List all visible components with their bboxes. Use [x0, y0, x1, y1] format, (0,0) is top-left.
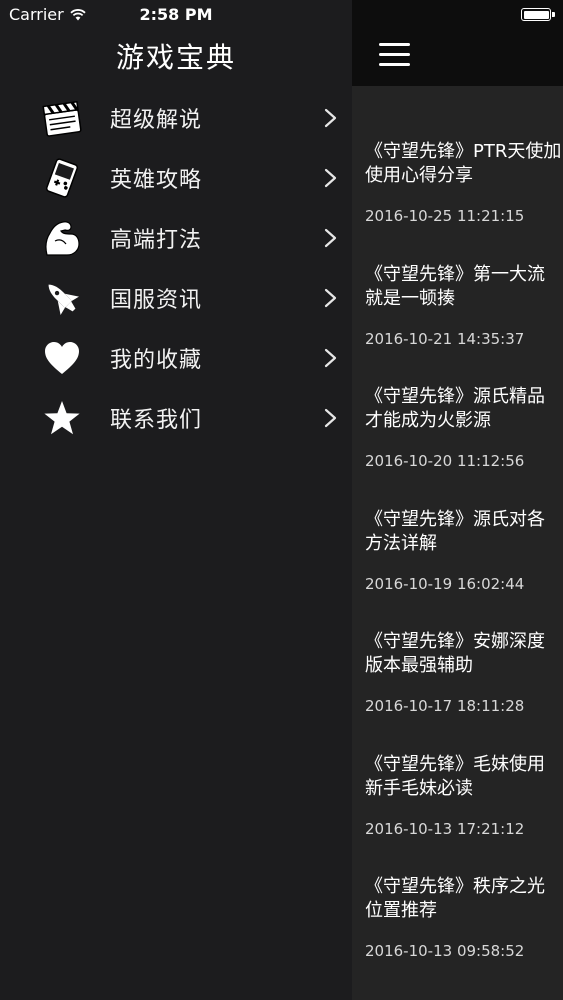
chevron-right-icon: [324, 228, 337, 248]
article-title: 《守望先锋》安娜深度 版本最强辅助: [365, 631, 545, 676]
article-item[interactable]: 《守望先锋》源氏对各 方法详解 2016-10-19 16:02:44: [365, 508, 563, 631]
chevron-right-icon: [324, 288, 337, 308]
menu-item-advanced-play[interactable]: 高端打法: [0, 208, 352, 268]
menu-item-hero-guides[interactable]: 英雄攻略: [0, 148, 352, 208]
article-item[interactable]: 《守望先锋》PTR天使加 使用心得分享 2016-10-25 11:21:15: [365, 140, 563, 263]
menu-item-contact-us[interactable]: 联系我们: [0, 388, 352, 448]
menu-item-label: 我的收藏: [110, 348, 203, 373]
menu-item-label: 英雄攻略: [110, 168, 203, 193]
article-date: 2016-10-25 11:21:15: [365, 207, 525, 225]
drawer-title: 游戏宝典: [115, 41, 236, 74]
article-title: 《守望先锋》源氏对各 方法详解: [365, 508, 545, 554]
article-title: 《守望先锋》毛妹使用 新手毛妹必读: [365, 753, 545, 799]
article-date: 2016-10-17 18:11:28: [365, 697, 525, 715]
navigation-drawer: 游戏宝典 超级解说 英雄攻略 高端打法 国服资讯 我的收藏 联系我们: [0, 0, 352, 1000]
article-title: 《守望先锋》PTR天使加 使用心得分享: [365, 141, 562, 186]
menu-item-label: 国服资讯: [110, 288, 203, 313]
chevron-right-icon: [324, 408, 337, 428]
menu-item-label: 联系我们: [110, 408, 203, 433]
main-content-panel: 《守望先锋》PTR天使加 使用心得分享 2016-10-25 11:21:15 …: [352, 0, 563, 1000]
chevron-right-icon: [324, 168, 337, 188]
article-date: 2016-10-21 14:35:37: [365, 329, 525, 348]
article-date: 2016-10-20 11:12:56: [365, 452, 525, 470]
article-title: 《守望先锋》第一大流 就是一顿揍: [365, 263, 545, 309]
space-shuttle-icon: [40, 276, 84, 320]
article-date: 2016-10-19 16:02:44: [365, 574, 525, 593]
status-bar: Carrier 2:58 PM: [0, 0, 563, 30]
star-icon: [40, 396, 84, 440]
article-title: 《守望先锋》源氏精品 才能成为火影源: [365, 386, 545, 431]
clapperboard-icon: [40, 96, 84, 140]
article-item[interactable]: 《守望先锋》毛妹使用 新手毛妹必读 2016-10-13 17:21:12: [365, 753, 563, 876]
drawer-menu: 超级解说 英雄攻略 高端打法 国服资讯 我的收藏 联系我们: [0, 88, 352, 448]
status-time: 2:58 PM: [139, 5, 213, 24]
menu-item-server-news[interactable]: 国服资讯: [0, 268, 352, 328]
article-title: 《守望先锋》秩序之光 位置推荐: [365, 876, 545, 921]
heart-icon: [40, 336, 84, 380]
menu-item-my-favorites[interactable]: 我的收藏: [0, 328, 352, 388]
chevron-right-icon: [324, 348, 337, 368]
article-date: 2016-10-13 09:58:52: [365, 942, 525, 960]
chevron-right-icon: [324, 108, 337, 128]
battery-icon: [521, 8, 555, 21]
hamburger-menu-icon[interactable]: [379, 43, 413, 69]
article-item[interactable]: 《守望先锋》源氏精品 才能成为火影源 2016-10-20 11:12:56: [365, 385, 563, 508]
flexed-arm-icon: [40, 216, 84, 260]
article-list: 《守望先锋》PTR天使加 使用心得分享 2016-10-25 11:21:15 …: [365, 140, 563, 998]
menu-item-label: 高端打法: [110, 228, 203, 253]
menu-item-super-commentary[interactable]: 超级解说: [0, 88, 352, 148]
article-item[interactable]: 《守望先锋》安娜深度 版本最强辅助 2016-10-17 18:11:28: [365, 630, 563, 753]
article-date: 2016-10-13 17:21:12: [365, 819, 525, 838]
article-item[interactable]: 《守望先锋》第一大流 就是一顿揍 2016-10-21 14:35:37: [365, 263, 563, 386]
article-item[interactable]: 《守望先锋》秩序之光 位置推荐 2016-10-13 09:58:52: [365, 875, 563, 998]
gameboy-icon: [40, 156, 84, 200]
menu-item-label: 超级解说: [110, 108, 203, 133]
